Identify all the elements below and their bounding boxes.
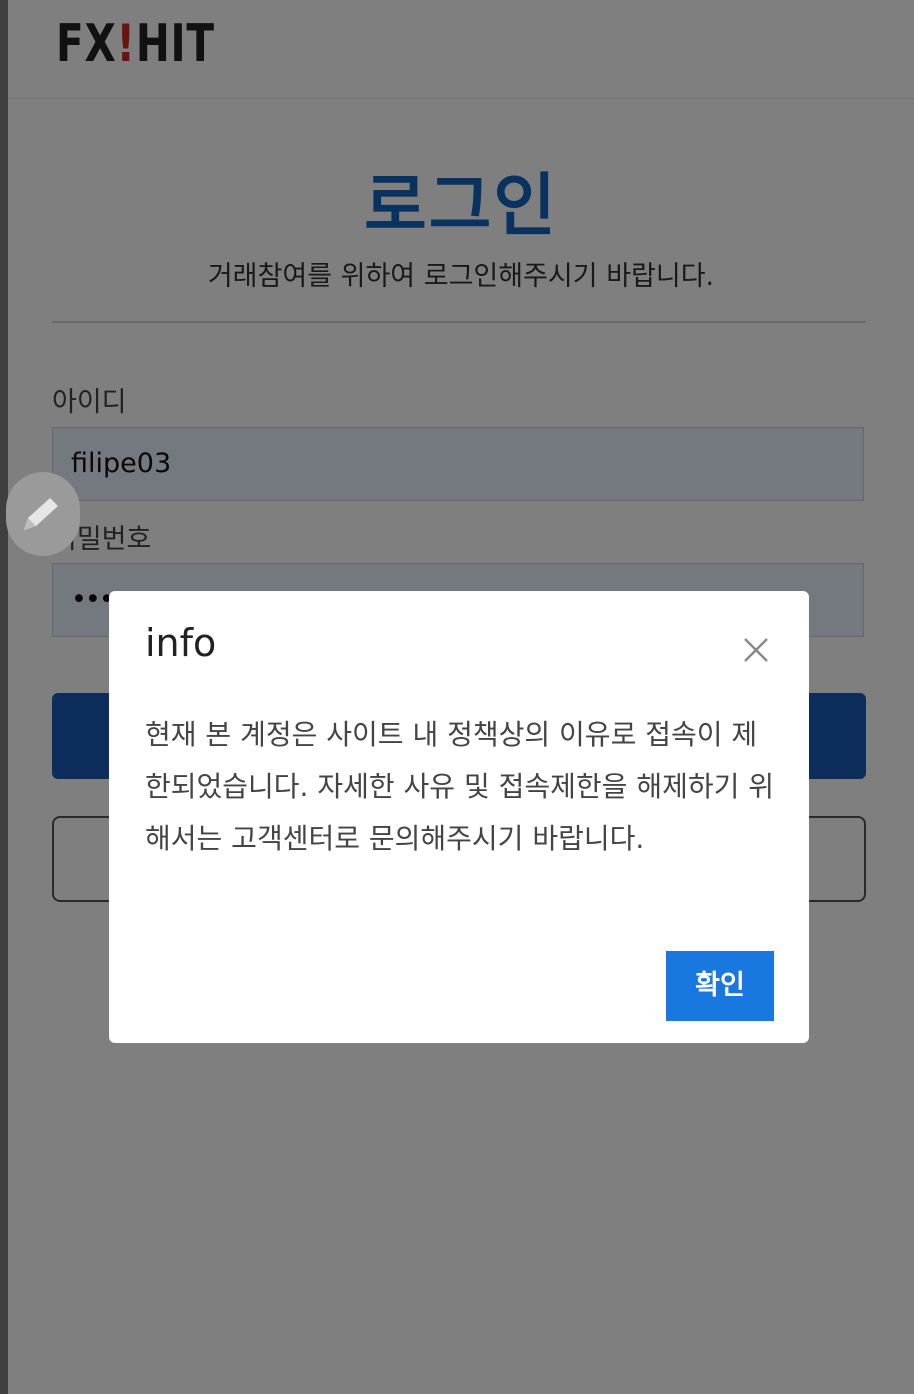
ok-button[interactable]: 확인: [666, 951, 774, 1021]
modal-message: 현재 본 계정은 사이트 내 정책상의 이유로 접속이 제한되었습니다. 자세한…: [145, 718, 775, 855]
info-modal: info 현재 본 계정은 사이트 내 정책상의 이유로 접속이 제한되었습니다…: [109, 591, 809, 1043]
edit-fab[interactable]: [6, 472, 80, 556]
modal-title: info: [145, 621, 217, 665]
pencil-icon: [24, 498, 58, 530]
close-icon[interactable]: [741, 635, 771, 665]
